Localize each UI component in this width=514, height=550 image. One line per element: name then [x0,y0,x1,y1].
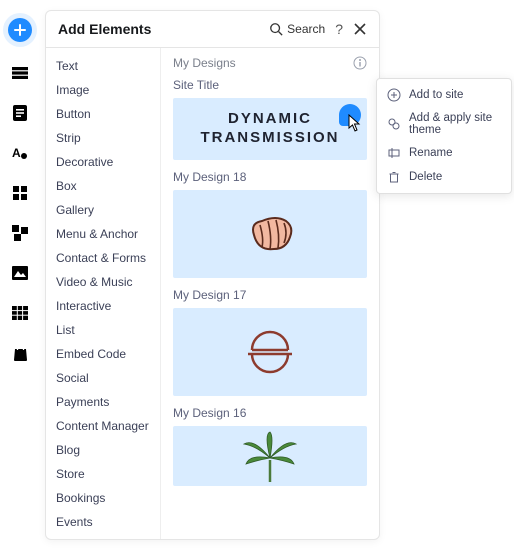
help-icon: ? [335,21,343,37]
sidebar-item-button[interactable]: Button [46,102,160,126]
design-context-menu: Add to site Add & apply site theme Rename D… [376,78,512,194]
design-thumb-17[interactable] [173,308,367,396]
section-title: My Designs [173,56,236,70]
sidebar-item-box[interactable]: Box [46,174,160,198]
help-button[interactable]: ? [335,21,343,37]
panel-title: Add Elements [58,21,259,37]
add-elements-panel: Add Elements Search ? TextImageButtonStr… [45,10,380,540]
sidebar-item-payments[interactable]: Payments [46,390,160,414]
design-label: My Design 17 [173,288,367,302]
menu-item-delete[interactable]: Delete [377,165,511,189]
info-icon[interactable] [353,56,367,70]
trash-icon [387,170,401,184]
media-icon[interactable] [11,264,29,282]
semicircle-graphic [234,322,306,382]
search-button[interactable]: Search [269,22,325,36]
plus-icon [13,23,27,37]
category-list: TextImageButtonStripDecorativeBoxGallery… [46,48,161,539]
shell-graphic [240,209,300,259]
design-thumb-site-title[interactable]: DYNAMIC TRANSMISSION [173,98,367,160]
menu-item-label: Add & apply site theme [409,112,501,136]
menu-item-label: Add to site [409,89,463,101]
design-thumb-16[interactable] [173,426,367,486]
theme-icon[interactable]: A [11,144,29,162]
sidebar-item-content-manager[interactable]: Content Manager [46,414,160,438]
sidebar-item-image[interactable]: Image [46,78,160,102]
sidebar-item-strip[interactable]: Strip [46,126,160,150]
data-icon[interactable] [11,304,29,322]
menu-item-label: Delete [409,171,442,183]
menu-item-add-to-site[interactable]: Add to site [377,83,511,107]
menu-item-rename[interactable]: Rename [377,141,511,165]
store-icon[interactable] [11,344,29,362]
plus-circle-icon [387,88,401,102]
search-icon [269,22,283,36]
sidebar-item-blog[interactable]: Blog [46,438,160,462]
close-button[interactable] [353,22,367,36]
sections-icon[interactable] [11,64,29,82]
palm-graphic [240,430,300,482]
page-icon[interactable] [11,104,29,122]
designs-content: My Designs Site Title DYNAMIC TRANSMISSI… [161,48,379,539]
panel-header: Add Elements Search ? [46,11,379,48]
sidebar-item-interactive[interactable]: Interactive [46,294,160,318]
sidebar-item-video-music[interactable]: Video & Music [46,270,160,294]
menu-item-add-apply-site-theme[interactable]: Add & apply site theme [377,107,511,141]
cursor-icon [347,114,363,132]
apps-icon[interactable] [11,184,29,202]
sidebar-item-contact-forms[interactable]: Contact & Forms [46,246,160,270]
sidebar-item-events[interactable]: Events [46,510,160,534]
sidebar-item-list[interactable]: List [46,318,160,342]
close-icon [353,22,367,36]
design-label: Site Title [173,78,367,92]
swap-icon [387,117,401,131]
sidebar-item-gallery[interactable]: Gallery [46,198,160,222]
site-title-text: DYNAMIC TRANSMISSION [200,110,339,148]
design-label: My Design 18 [173,170,367,184]
add-button[interactable] [8,18,32,42]
sidebar-item-store[interactable]: Store [46,462,160,486]
search-label: Search [287,22,325,36]
sidebar-item-text[interactable]: Text [46,54,160,78]
sidebar-item-bookings[interactable]: Bookings [46,486,160,510]
design-label: My Design 16 [173,406,367,420]
menu-item-label: Rename [409,147,452,159]
puzzle-icon[interactable] [11,224,29,242]
sidebar-item-embed-code[interactable]: Embed Code [46,342,160,366]
sidebar-item-community[interactable]: Community [46,534,160,539]
svg-text:A: A [12,146,21,160]
sidebar-item-social[interactable]: Social [46,366,160,390]
left-rail: A [0,0,40,550]
rename-icon [387,146,401,160]
design-thumb-18[interactable] [173,190,367,278]
sidebar-item-decorative[interactable]: Decorative [46,150,160,174]
sidebar-item-menu-anchor[interactable]: Menu & Anchor [46,222,160,246]
